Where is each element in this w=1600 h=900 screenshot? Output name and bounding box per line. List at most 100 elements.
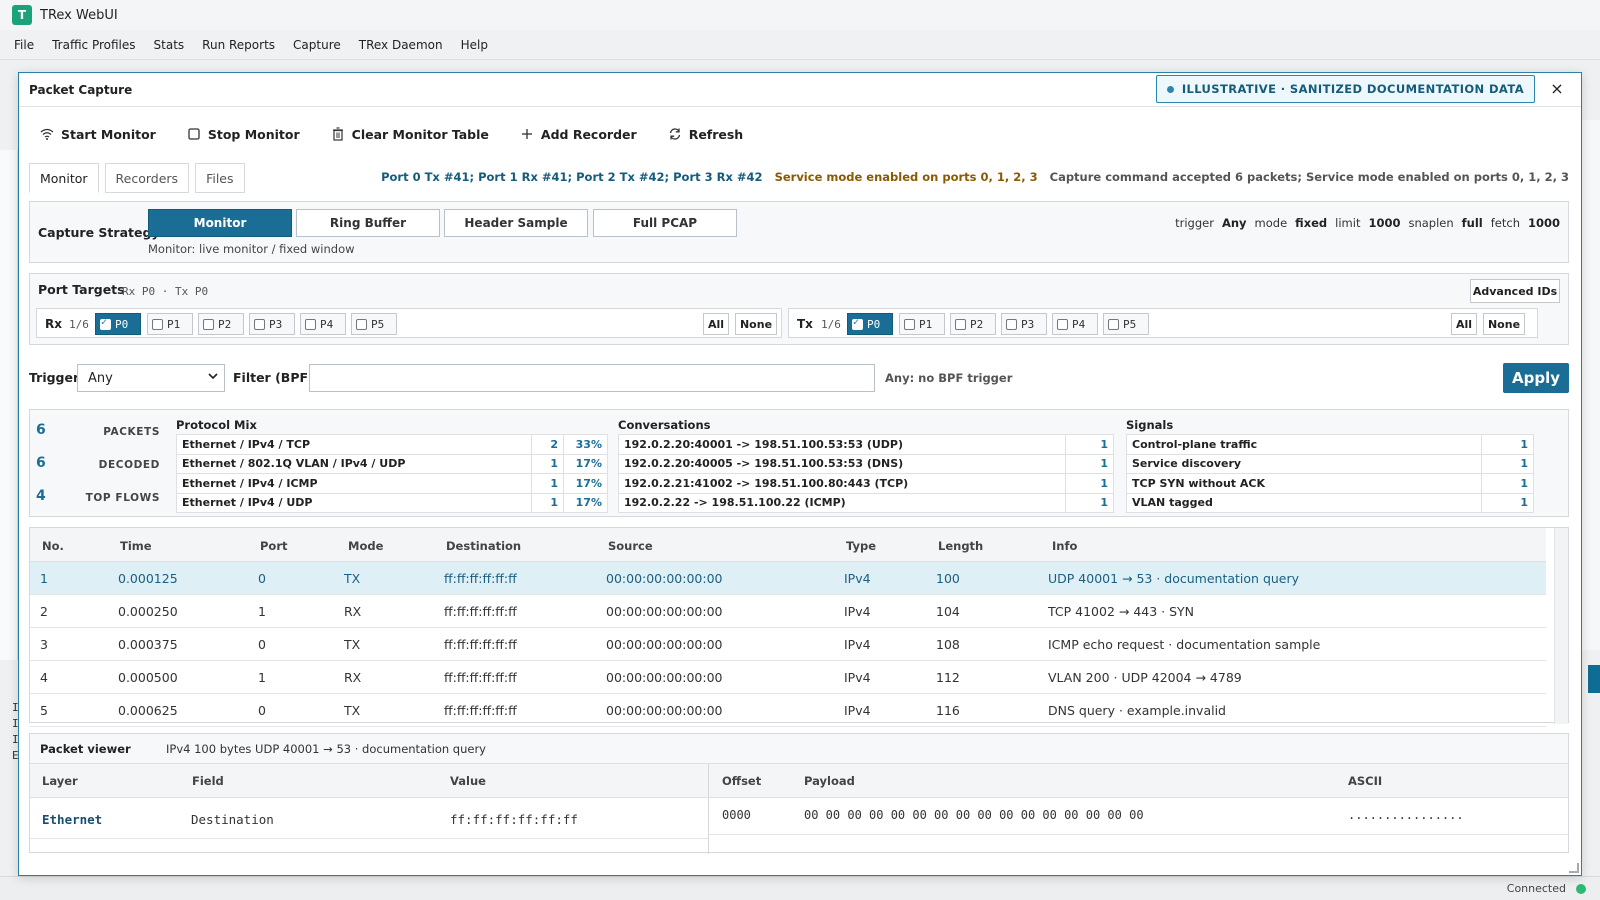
menu-traffic-profiles[interactable]: Traffic Profiles (52, 38, 135, 52)
signal-row: VLAN tagged 1 (1126, 492, 1534, 513)
menu-stats[interactable]: Stats (154, 38, 185, 52)
capture-strategy-label: Capture Strategy (38, 225, 160, 240)
chevron-down-icon (208, 371, 218, 384)
refresh-button[interactable]: Refresh (667, 126, 743, 142)
close-icon[interactable]: × (1547, 79, 1567, 99)
rx-port-label: P3 (269, 317, 283, 331)
rx-none-button[interactable]: None (735, 313, 777, 335)
tx-all-button[interactable]: All (1451, 313, 1477, 335)
strategy-ring-buffer-button[interactable]: Ring Buffer (296, 209, 440, 237)
table-row[interactable]: 3 0.000375 0 TX ff:ff:ff:ff:ff:ff 00:00:… (30, 628, 1546, 661)
tx-port-p4[interactable]: P4 (1052, 313, 1098, 335)
cell-mode: RX (344, 604, 362, 619)
checkbox-icon (1006, 318, 1017, 330)
table-row[interactable]: 5 0.000625 0 TX ff:ff:ff:ff:ff:ff 00:00:… (30, 694, 1546, 727)
tx-port-p3[interactable]: P3 (1001, 313, 1047, 335)
rx-port-p3[interactable]: P3 (249, 313, 295, 335)
rx-port-p1[interactable]: P1 (147, 313, 193, 335)
strategy-full-pcap-button[interactable]: Full PCAP (593, 209, 737, 237)
packet-viewer-title: Packet viewer (40, 742, 131, 756)
trigger-label: Trigger (29, 370, 80, 385)
menu-trex-daemon[interactable]: TRex Daemon (359, 38, 443, 52)
menu-run-reports[interactable]: Run Reports (202, 38, 275, 52)
checkbox-icon (1057, 318, 1068, 330)
cell-type: IPv4 (844, 604, 871, 619)
table-row[interactable]: 2 0.000250 1 RX ff:ff:ff:ff:ff:ff 00:00:… (30, 595, 1546, 628)
strategy-monitor-button[interactable]: Monitor (148, 209, 292, 237)
bpf-filter-input[interactable] (309, 364, 875, 392)
add-recorder-button[interactable]: Add Recorder (519, 126, 637, 142)
viewer-ascii: ................ (1348, 808, 1464, 822)
packet-table-scrollbar[interactable] (1554, 528, 1568, 724)
tx-port-label: P5 (1123, 317, 1137, 331)
signal-row: TCP SYN without ACK 1 (1126, 473, 1534, 494)
cell-destination: ff:ff:ff:ff:ff:ff (444, 604, 517, 619)
cell-info: ICMP echo request · documentation sample (1048, 637, 1321, 652)
strategy-header-sample-button[interactable]: Header Sample (444, 209, 588, 237)
resize-grip-icon[interactable] (1569, 863, 1579, 873)
dialog-header: Packet Capture ILLUSTRATIVE · SANITIZED … (19, 73, 1581, 107)
menu-help[interactable]: Help (461, 38, 488, 52)
packet-capture-dialog: Packet Capture ILLUSTRATIVE · SANITIZED … (18, 72, 1582, 876)
stop-monitor-label: Stop Monitor (207, 126, 300, 142)
clear-monitor-table-button[interactable]: Clear Monitor Table (330, 126, 489, 142)
col-destination[interactable]: Destination (446, 539, 521, 553)
rx-port-label: P5 (371, 317, 385, 331)
tx-port-p0[interactable]: P0 (847, 313, 893, 335)
protocol-mix-title: Protocol Mix (176, 418, 257, 432)
conversation-count: 1 (1065, 453, 1114, 474)
rx-all-button[interactable]: All (703, 313, 729, 335)
cell-time: 0.000625 (118, 703, 178, 718)
checkbox-icon (904, 318, 915, 330)
col-no[interactable]: No. (42, 539, 64, 553)
col-time[interactable]: Time (120, 539, 152, 553)
tx-port-label: P0 (867, 317, 881, 331)
col-port[interactable]: Port (260, 539, 288, 553)
rx-port-p2[interactable]: P2 (198, 313, 244, 335)
kpi-packets-value: 6 (36, 422, 46, 438)
checkbox-icon (152, 318, 163, 330)
cell-time: 0.000500 (118, 670, 178, 685)
rx-port-p5[interactable]: P5 (351, 313, 397, 335)
apply-button[interactable]: Apply (1503, 363, 1569, 393)
advanced-ids-button[interactable]: Advanced IDs (1470, 279, 1560, 303)
app-titlebar: T TRex WebUI (0, 0, 1600, 30)
trigger-select[interactable]: Any (77, 364, 225, 392)
tab-monitor[interactable]: Monitor (29, 163, 99, 193)
col-type[interactable]: Type (846, 539, 876, 553)
capture-strategy-section: Capture Strategy Monitor Ring Buffer Hea… (29, 201, 1569, 263)
tx-port-p1[interactable]: P1 (899, 313, 945, 335)
signal-row: Control-plane traffic 1 (1126, 434, 1534, 455)
tx-port-p2[interactable]: P2 (950, 313, 996, 335)
protocol-name: Ethernet / IPv4 / UDP (176, 492, 532, 513)
cell-type: IPv4 (844, 703, 871, 718)
app-logo: T (12, 5, 32, 25)
col-info[interactable]: Info (1052, 539, 1077, 553)
tx-none-button[interactable]: None (1483, 313, 1525, 335)
signal-count: 1 (1481, 473, 1534, 494)
menu-file[interactable]: File (14, 38, 34, 52)
cell-info: DNS query · example.invalid (1048, 703, 1226, 718)
col-mode[interactable]: Mode (348, 539, 383, 553)
start-monitor-button[interactable]: Start Monitor (39, 126, 156, 142)
tab-recorders[interactable]: Recorders (104, 163, 190, 193)
param-trigger-value: Any (1221, 216, 1247, 230)
trigger-row: Trigger Any Filter (BPF) Any: no BPF tri… (29, 363, 1569, 393)
stop-monitor-button[interactable]: Stop Monitor (186, 126, 300, 142)
table-row[interactable]: 4 0.000500 1 RX ff:ff:ff:ff:ff:ff 00:00:… (30, 661, 1546, 694)
cell-mode: TX (344, 703, 361, 718)
viewer-row-line (709, 834, 1569, 835)
table-row[interactable]: 1 0.000125 0 TX ff:ff:ff:ff:ff:ff 00:00:… (30, 562, 1546, 595)
rx-port-p0[interactable]: P0 (95, 313, 141, 335)
col-length[interactable]: Length (938, 539, 983, 553)
packet-viewer-columns: Layer Field Value Offset Payload ASCII (30, 764, 1568, 798)
col-source[interactable]: Source (608, 539, 653, 553)
tab-files[interactable]: Files (195, 163, 245, 193)
tx-port-p5[interactable]: P5 (1103, 313, 1149, 335)
protocol-pct: 17% (563, 453, 608, 474)
rx-port-p4[interactable]: P4 (300, 313, 346, 335)
cell-source: 00:00:00:00:00:00 (606, 637, 723, 652)
cell-port: 1 (258, 670, 266, 685)
menu-capture[interactable]: Capture (293, 38, 341, 52)
viewer-layer: Ethernet (42, 812, 103, 827)
